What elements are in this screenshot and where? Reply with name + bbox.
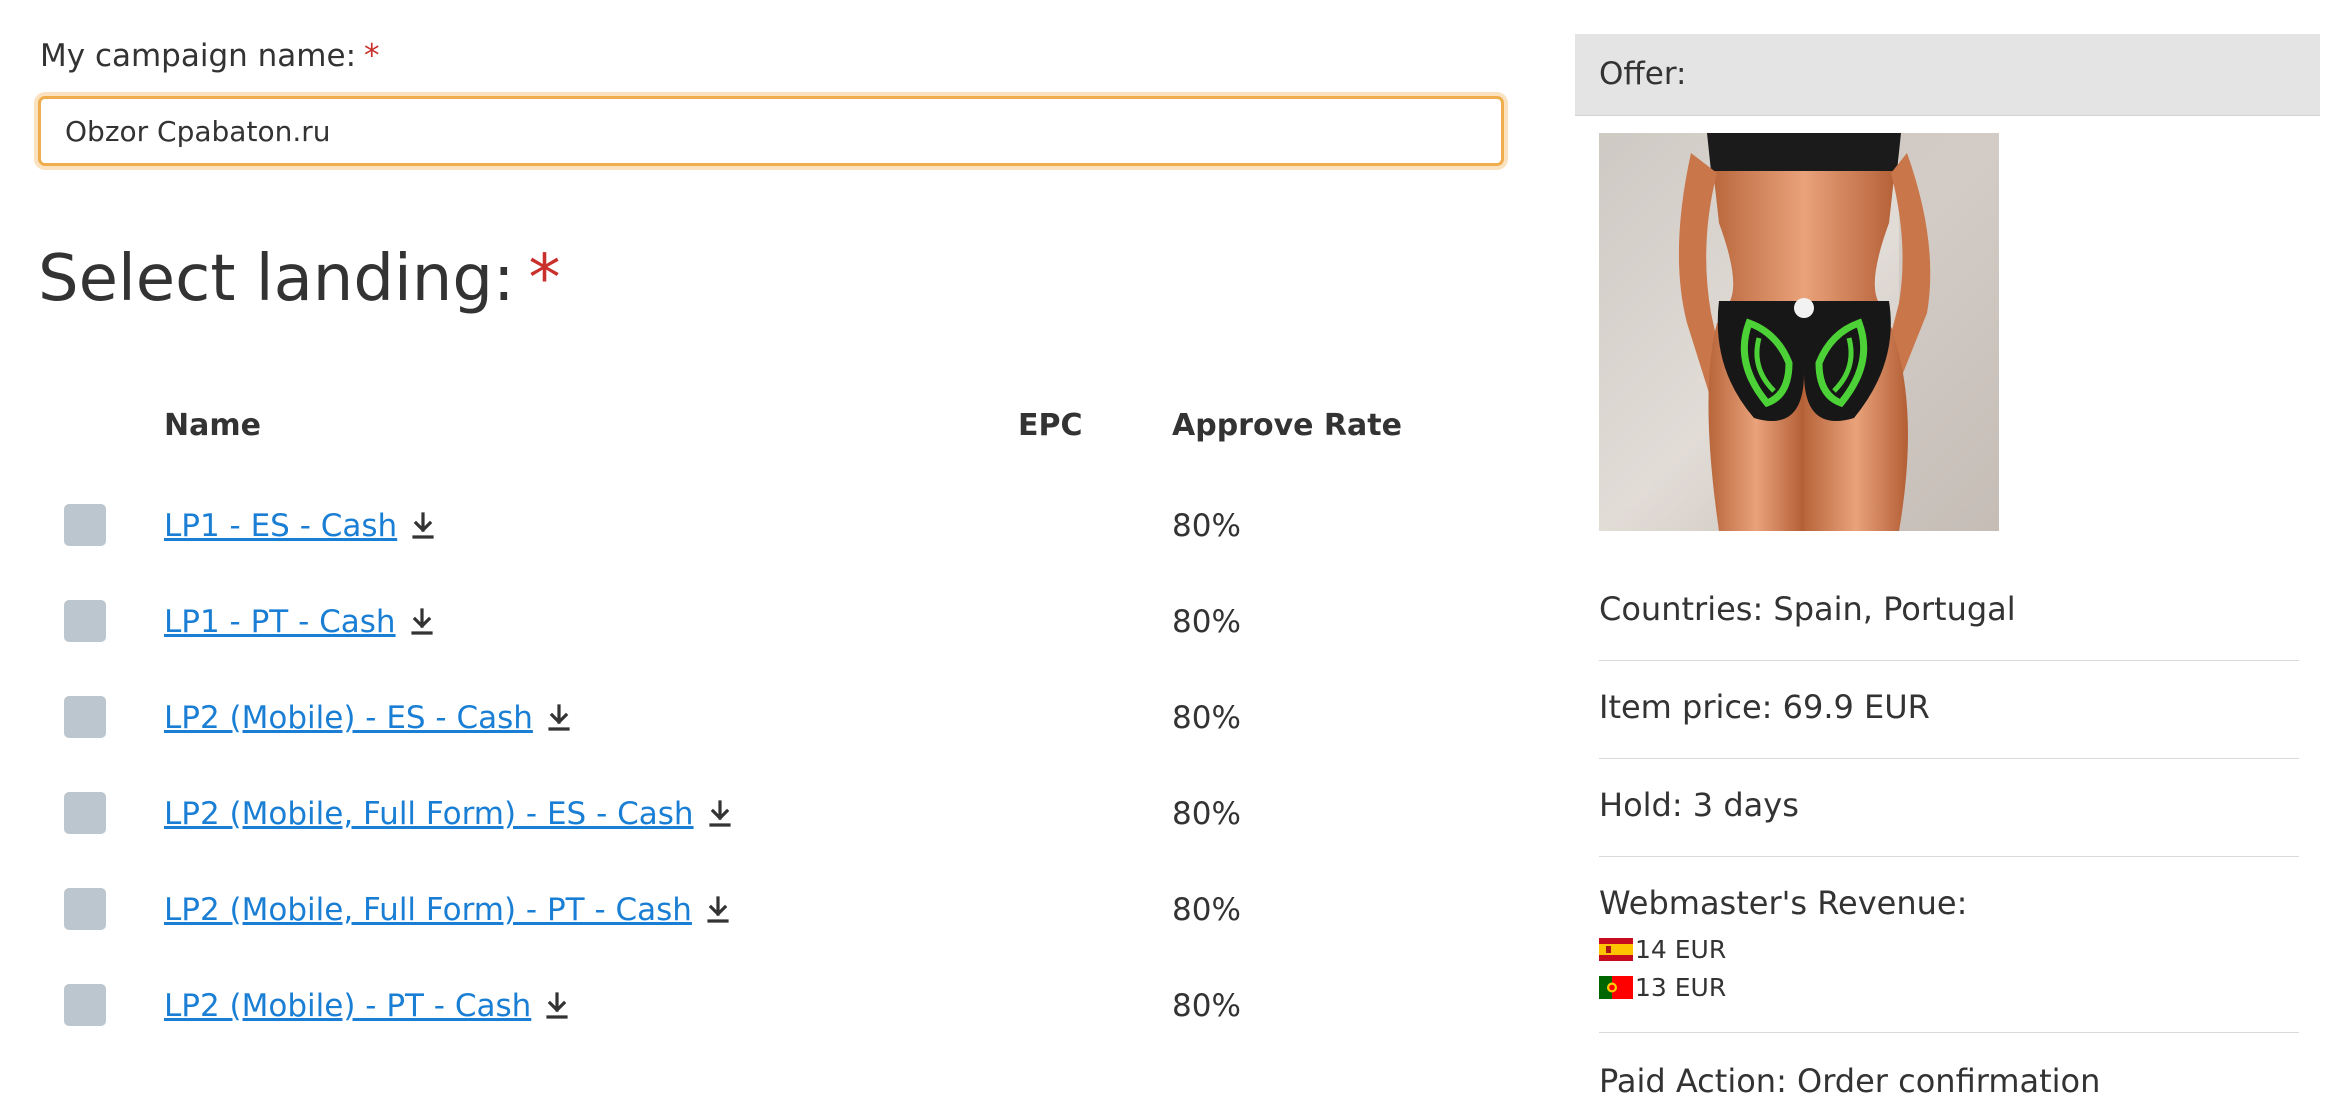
divider: [1599, 660, 2299, 661]
portugal-flag-icon: [1599, 976, 1633, 999]
column-header-name: Name: [164, 408, 261, 443]
required-mark: *: [364, 38, 380, 74]
landing-checkbox[interactable]: [64, 984, 106, 1026]
landing-link[interactable]: LP2 (Mobile, Full Form) - ES - Cash: [164, 796, 732, 832]
download-icon[interactable]: [545, 992, 569, 1020]
offer-image: [1599, 133, 1999, 531]
landing-checkbox[interactable]: [64, 504, 106, 546]
landing-link[interactable]: LP2 (Mobile) - PT - Cash: [164, 988, 569, 1024]
spain-flag-icon: [1599, 938, 1633, 961]
approve-rate-value: 80%: [1172, 508, 1241, 544]
download-icon[interactable]: [411, 512, 435, 540]
landing-link[interactable]: LP2 (Mobile, Full Form) - PT - Cash: [164, 892, 730, 928]
download-icon[interactable]: [410, 608, 434, 636]
revenue-amount: 14 EUR: [1635, 935, 1727, 964]
offer-header-text: Offer:: [1599, 56, 1687, 92]
landing-row: LP1 - PT - Cash 80%: [0, 570, 1520, 666]
landing-link-text[interactable]: LP2 (Mobile, Full Form) - PT - Cash: [164, 892, 692, 928]
offer-countries: Countries: Spain, Portugal: [1599, 590, 2016, 628]
required-mark: *: [528, 242, 561, 316]
landing-link[interactable]: LP1 - ES - Cash: [164, 508, 435, 544]
offer-product-photo: [1599, 133, 1999, 531]
landing-checkbox[interactable]: [64, 888, 106, 930]
offer-revenue-label: Webmaster's Revenue:: [1599, 884, 1968, 922]
campaign-page: My campaign name:* Select landing:* Name…: [0, 0, 2330, 1110]
landing-link[interactable]: LP2 (Mobile) - ES - Cash: [164, 700, 571, 736]
landing-checkbox[interactable]: [64, 792, 106, 834]
landing-row: LP2 (Mobile) - ES - Cash 80%: [0, 666, 1520, 762]
revenue-row-portugal: 13 EUR: [1599, 973, 1726, 1002]
column-header-approve-rate: Approve Rate: [1172, 408, 1402, 443]
landing-link[interactable]: LP1 - PT - Cash: [164, 604, 434, 640]
approve-rate-value: 80%: [1172, 796, 1241, 832]
column-header-epc: EPC: [1018, 408, 1083, 443]
offer-item-price: Item price: 69.9 EUR: [1599, 688, 1930, 726]
divider: [1599, 1032, 2299, 1033]
landing-row: LP2 (Mobile, Full Form) - ES - Cash 80%: [0, 762, 1520, 858]
landing-link-text[interactable]: LP2 (Mobile) - PT - Cash: [164, 988, 531, 1024]
revenue-amount: 13 EUR: [1635, 973, 1727, 1002]
landing-link-text[interactable]: LP1 - ES - Cash: [164, 508, 397, 544]
select-landing-title: Select landing: *: [38, 244, 561, 314]
landing-checkbox[interactable]: [64, 696, 106, 738]
offer-paid-action: Paid Action: Order confirmation: [1599, 1062, 2101, 1100]
download-icon[interactable]: [706, 896, 730, 924]
landing-link-text[interactable]: LP2 (Mobile) - ES - Cash: [164, 700, 533, 736]
approve-rate-value: 80%: [1172, 604, 1241, 640]
offer-hold: Hold: 3 days: [1599, 786, 1799, 824]
approve-rate-value: 80%: [1172, 892, 1241, 928]
landing-link-text[interactable]: LP2 (Mobile, Full Form) - ES - Cash: [164, 796, 694, 832]
select-landing-title-text: Select landing:: [38, 242, 515, 316]
campaign-name-label: My campaign name: *: [40, 38, 380, 74]
landing-link-text[interactable]: LP1 - PT - Cash: [164, 604, 396, 640]
divider: [1599, 856, 2299, 857]
landing-row: LP2 (Mobile, Full Form) - PT - Cash 80%: [0, 858, 1520, 954]
campaign-name-label-text: My campaign name:: [40, 38, 357, 74]
landing-checkbox[interactable]: [64, 600, 106, 642]
landing-row: LP2 (Mobile) - PT - Cash 80%: [0, 954, 1520, 1050]
landing-row: LP1 - ES - Cash 80%: [0, 474, 1520, 570]
download-icon[interactable]: [547, 704, 571, 732]
download-icon[interactable]: [708, 800, 732, 828]
approve-rate-value: 80%: [1172, 988, 1241, 1024]
campaign-name-input[interactable]: [38, 96, 1504, 166]
approve-rate-value: 80%: [1172, 700, 1241, 736]
offer-header: Offer:: [1575, 34, 2320, 116]
revenue-row-spain: 14 EUR: [1599, 935, 1726, 964]
divider: [1599, 758, 2299, 759]
